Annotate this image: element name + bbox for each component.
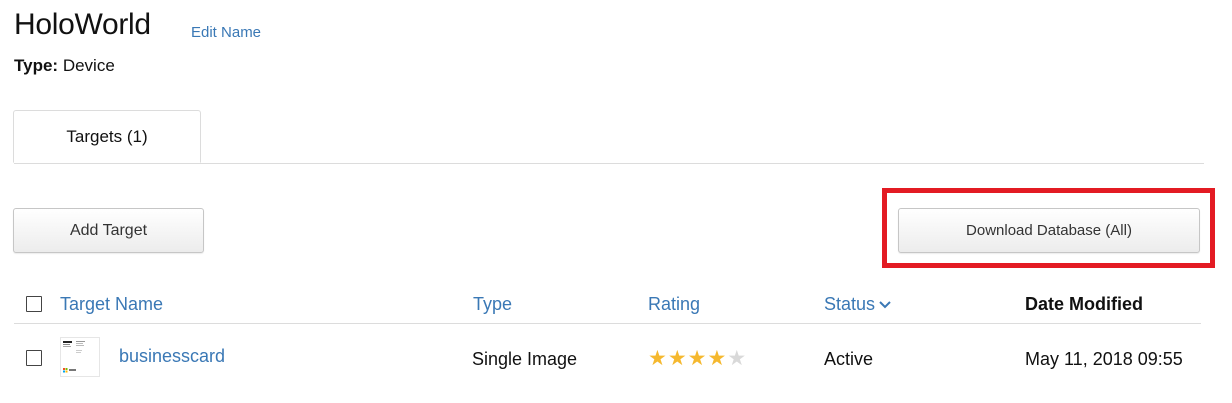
column-header-date-modified[interactable]: Date Modified [1025, 294, 1143, 315]
column-header-type[interactable]: Type [473, 294, 512, 315]
column-header-status[interactable]: Status [824, 294, 891, 315]
type-line: Type: Device [14, 56, 115, 76]
column-header-rating[interactable]: Rating [648, 294, 700, 315]
star-filled-icon: ★ [667, 346, 687, 370]
type-value: Device [62, 56, 115, 75]
target-name-link[interactable]: businesscard [119, 346, 225, 367]
add-target-button[interactable]: Add Target [13, 208, 204, 253]
target-type: Single Image [472, 349, 578, 369]
target-status: Active [824, 349, 874, 369]
page-title: HoloWorld [14, 8, 151, 41]
rating-stars: ★ ★ ★ ★ ★ [648, 346, 746, 370]
chevron-down-icon [879, 301, 891, 309]
edit-name-link[interactable]: Edit Name [191, 24, 261, 41]
row-checkbox[interactable] [26, 350, 42, 366]
star-empty-icon: ★ [727, 346, 747, 370]
target-date-modified: May 11, 2018 09:55 [1025, 349, 1183, 369]
star-filled-icon: ★ [707, 346, 727, 370]
column-header-target-name[interactable]: Target Name [60, 294, 163, 315]
star-filled-icon: ★ [687, 346, 707, 370]
tab-targets[interactable]: Targets (1) [13, 110, 201, 163]
business-card-thumbnail-icon [63, 341, 85, 373]
table-header-divider [14, 323, 1201, 324]
download-database-button[interactable]: Download Database (All) [898, 208, 1200, 253]
tabs-divider [14, 163, 1204, 164]
select-all-checkbox[interactable] [26, 296, 42, 312]
target-thumbnail[interactable] [60, 337, 100, 377]
column-header-status-label: Status [824, 294, 876, 314]
star-filled-icon: ★ [648, 346, 667, 370]
type-label: Type: [14, 56, 59, 75]
